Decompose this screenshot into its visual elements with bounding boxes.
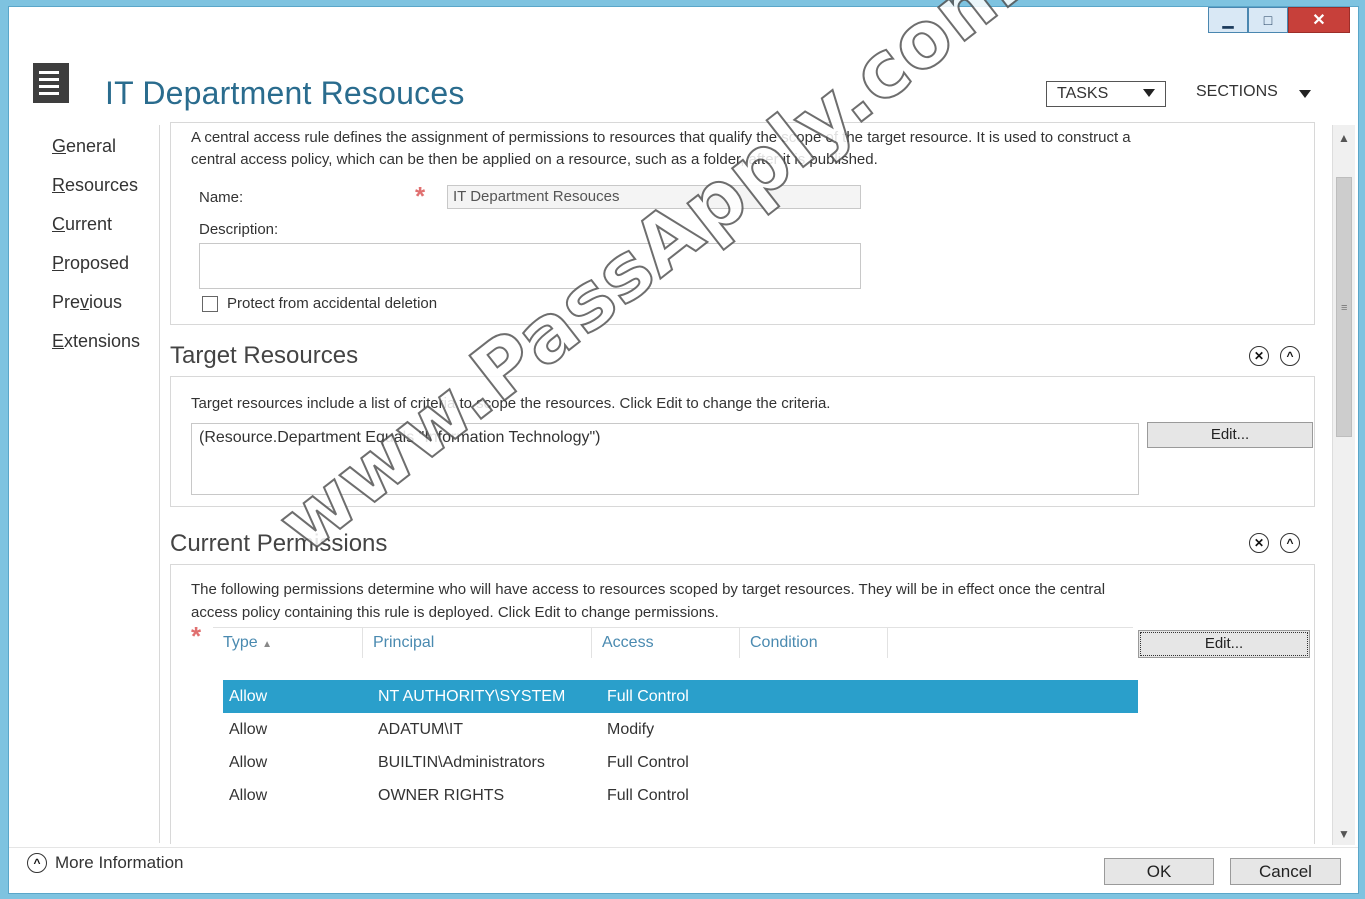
close-section-icon[interactable]: ✕ bbox=[1249, 533, 1269, 553]
title-bar: ▁ □ ✕ bbox=[9, 7, 1358, 41]
column-header-type[interactable]: Type ▲ bbox=[213, 628, 363, 658]
scroll-down-icon[interactable]: ▼ bbox=[1333, 823, 1355, 845]
sidebar-item-proposed[interactable]: Proposed bbox=[52, 250, 140, 289]
sort-ascending-icon: ▲ bbox=[262, 639, 273, 650]
protect-checkbox[interactable] bbox=[202, 296, 218, 312]
scrollbar-thumb[interactable]: ≡ bbox=[1336, 177, 1352, 437]
column-header-access[interactable]: Access bbox=[592, 628, 740, 658]
sidebar-divider bbox=[159, 125, 160, 843]
sidebar-item-extensions[interactable]: Extensions bbox=[52, 328, 140, 367]
tasks-label: TASKS bbox=[1057, 85, 1109, 102]
permissions-intro-line1: The following permissions determine who … bbox=[191, 581, 1106, 598]
cancel-button[interactable]: Cancel bbox=[1230, 858, 1341, 885]
list-icon bbox=[33, 63, 69, 103]
tasks-dropdown[interactable]: TASKS bbox=[1046, 81, 1166, 107]
chevron-up-icon: ^ bbox=[27, 853, 47, 873]
description-label: Description: bbox=[199, 221, 279, 238]
window-controls: ▁ □ ✕ bbox=[1208, 7, 1350, 33]
table-row[interactable]: Allow BUILTIN\Administrators Full Contro… bbox=[223, 746, 1138, 779]
cell-access: Full Control bbox=[607, 688, 689, 705]
table-row[interactable]: Allow NT AUTHORITY\SYSTEM Full Control bbox=[223, 680, 1138, 713]
cell-access: Modify bbox=[607, 721, 655, 738]
close-section-icon[interactable]: ✕ bbox=[1249, 346, 1269, 366]
grip-icon: ≡ bbox=[1341, 302, 1348, 314]
cell-access: Full Control bbox=[607, 787, 689, 804]
footer-divider bbox=[9, 847, 1358, 848]
description-field[interactable] bbox=[199, 243, 861, 289]
sections-dropdown[interactable]: SECTIONS bbox=[1196, 83, 1321, 107]
required-asterisk-icon: * bbox=[191, 621, 202, 651]
collapse-section-icon[interactable]: ^ bbox=[1280, 346, 1300, 366]
sections-label: SECTIONS bbox=[1196, 83, 1278, 100]
sidebar-item-current[interactable]: Current bbox=[52, 211, 140, 250]
protect-label: Protect from accidental deletion bbox=[227, 295, 438, 312]
target-resources-title: Target Resources bbox=[170, 342, 359, 369]
permissions-intro-line2: access policy containing this rule is de… bbox=[191, 604, 719, 621]
column-header-principal[interactable]: Principal bbox=[363, 628, 592, 658]
table-row[interactable]: Allow OWNER RIGHTS Full Control bbox=[223, 779, 1138, 812]
column-header-condition[interactable]: Condition bbox=[740, 628, 888, 658]
general-intro-line1: A central access rule defines the assign… bbox=[191, 129, 1131, 146]
minimize-button[interactable]: ▁ bbox=[1208, 7, 1248, 33]
more-information-label: More Information bbox=[55, 853, 184, 872]
cell-type: Allow bbox=[229, 721, 268, 738]
chevron-down-icon bbox=[1143, 89, 1155, 97]
maximize-button[interactable]: □ bbox=[1248, 7, 1288, 33]
cell-type: Allow bbox=[229, 754, 268, 771]
sidebar-item-general[interactable]: General bbox=[52, 133, 140, 172]
dialog-window: ▁ □ ✕ IT Department Resouces TASKS SECTI… bbox=[8, 6, 1359, 894]
cell-principal: NT AUTHORITY\SYSTEM bbox=[378, 688, 566, 705]
sidebar-nav: General Resources Current Proposed Previ… bbox=[52, 133, 140, 367]
required-asterisk-icon: * bbox=[415, 181, 426, 211]
permissions-edit-button[interactable]: Edit... bbox=[1138, 630, 1310, 658]
chevron-down-icon bbox=[1299, 90, 1311, 98]
ok-button[interactable]: OK bbox=[1104, 858, 1214, 885]
table-row[interactable]: Allow ADATUM\IT Modify bbox=[223, 713, 1138, 746]
cell-type: Allow bbox=[229, 688, 268, 705]
scroll-up-icon[interactable]: ▲ bbox=[1333, 127, 1355, 149]
cell-type: Allow bbox=[229, 787, 268, 804]
cell-access: Full Control bbox=[607, 754, 689, 771]
cell-principal: BUILTIN\Administrators bbox=[378, 754, 545, 771]
collapse-section-icon[interactable]: ^ bbox=[1280, 533, 1300, 553]
sidebar-item-previous[interactable]: Previous bbox=[52, 289, 140, 328]
target-edit-button[interactable]: Edit... bbox=[1147, 422, 1313, 448]
cell-principal: ADATUM\IT bbox=[378, 721, 464, 738]
more-information-toggle[interactable]: ^ More Information bbox=[27, 853, 184, 873]
page-title: IT Department Resouces bbox=[105, 75, 465, 111]
close-button[interactable]: ✕ bbox=[1288, 7, 1350, 33]
sidebar-item-resources[interactable]: Resources bbox=[52, 172, 140, 211]
name-label: Name: bbox=[199, 189, 244, 206]
cell-principal: OWNER RIGHTS bbox=[378, 787, 505, 804]
permissions-header: Type ▲ Principal Access Condition bbox=[213, 627, 1133, 659]
vertical-scrollbar[interactable]: ▲ ≡ ▼ bbox=[1332, 125, 1355, 845]
current-permissions-section: The following permissions determine who … bbox=[170, 564, 1315, 844]
